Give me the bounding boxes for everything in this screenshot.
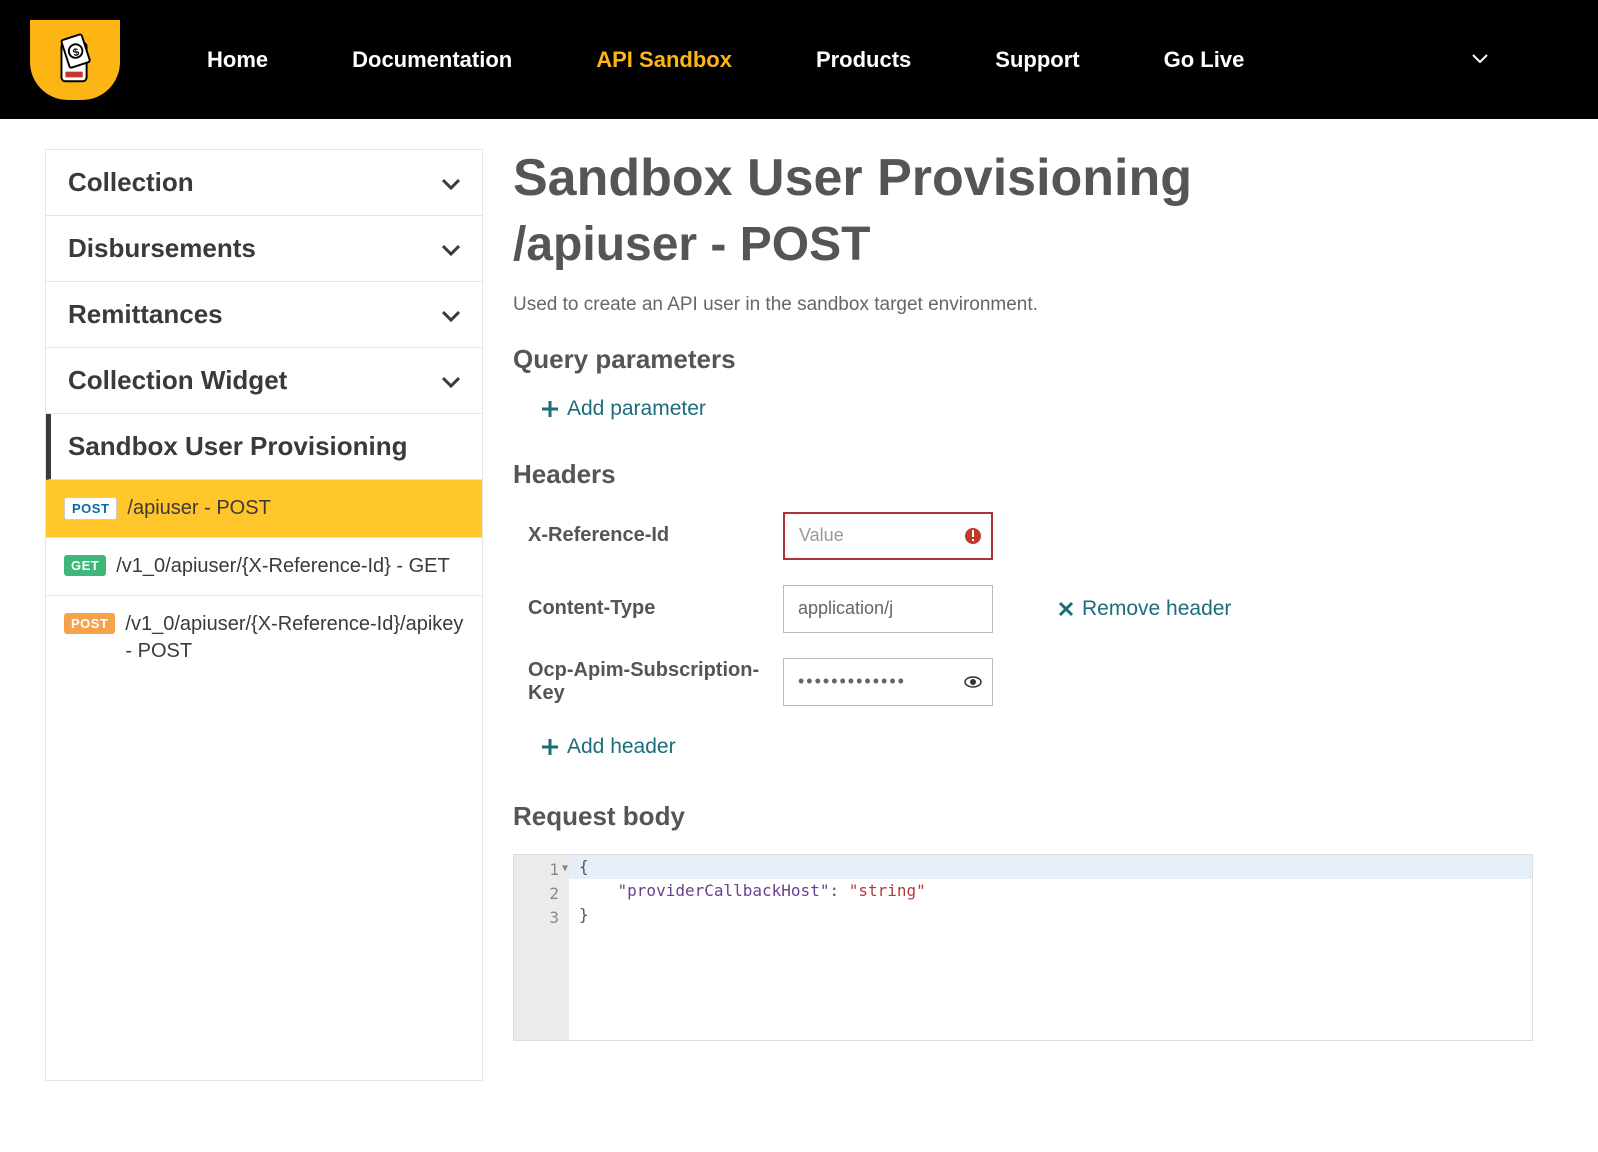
line-number: 3 (549, 908, 559, 927)
nav-home[interactable]: Home (165, 47, 310, 73)
method-badge-post: POST (64, 613, 115, 634)
x-reference-id-input[interactable] (783, 512, 993, 560)
endpoint-description: Used to create an API user in the sandbo… (513, 294, 1533, 316)
code-line: { (569, 855, 1532, 879)
endpoint-heading: /apiuser - POST (513, 217, 1533, 272)
page-title: Sandbox User Provisioning (513, 149, 1533, 209)
top-nav: $ Home Documentation API Sandbox Product… (0, 0, 1598, 119)
line-number: 2 (549, 884, 559, 903)
sidebar-group-label: Collection (68, 167, 194, 198)
method-badge-post: POST (64, 497, 117, 520)
add-parameter-button[interactable]: Add parameter (513, 397, 706, 421)
header-row-subscription-key: Ocp-Apim-Subscription-Key (513, 658, 1533, 706)
header-row-content-type: Content-Type Remove header (513, 585, 1533, 633)
remove-header-label: Remove header (1082, 597, 1231, 621)
code-gutter: 1▼ 2 3 (514, 855, 569, 1040)
header-label: X-Reference-Id (528, 524, 783, 547)
sidebar-group-collection[interactable]: Collection (46, 150, 482, 216)
sidebar-group-label: Sandbox User Provisioning (68, 431, 408, 462)
subscription-key-input[interactable] (783, 658, 993, 706)
sidebar: Collection Disbursements Remittances Col… (45, 149, 483, 1081)
nav-go-live[interactable]: Go Live (1122, 47, 1287, 73)
nav-support[interactable]: Support (953, 47, 1121, 73)
line-number: 1 (549, 860, 559, 879)
chevron-down-icon (442, 309, 460, 321)
header-row-x-reference-id: X-Reference-Id (513, 512, 1533, 560)
sidebar-group-sandbox-user-provisioning[interactable]: Sandbox User Provisioning (46, 414, 482, 480)
add-header-button[interactable]: Add header (513, 735, 676, 759)
section-query-parameters: Query parameters (513, 344, 1533, 375)
header-label: Ocp-Apim-Subscription-Key (528, 659, 783, 705)
sidebar-item-apikey-post[interactable]: POST /v1_0/apiuser/{X-Reference-Id}/apik… (46, 596, 482, 680)
main-content: Sandbox User Provisioning /apiuser - POS… (493, 149, 1553, 1081)
sidebar-group-label: Collection Widget (68, 365, 287, 396)
sidebar-group-label: Disbursements (68, 233, 256, 264)
section-headers: Headers (513, 459, 1533, 490)
code-body[interactable]: { "providerCallbackHost": "string" } (569, 855, 1532, 1040)
logo[interactable]: $ (30, 20, 120, 100)
sidebar-group-disbursements[interactable]: Disbursements (46, 216, 482, 282)
method-badge-get: GET (64, 555, 106, 576)
plus-icon (541, 400, 559, 418)
nav-dropdown[interactable] (1472, 51, 1488, 69)
content-type-input[interactable] (783, 585, 993, 633)
nav-products[interactable]: Products (774, 47, 953, 73)
code-line: } (569, 903, 1532, 927)
wallet-money-icon: $ (46, 31, 104, 89)
chevron-down-icon (442, 243, 460, 255)
sidebar-item-apiuser-get[interactable]: GET /v1_0/apiuser/{X-Reference-Id} - GET (46, 538, 482, 596)
sidebar-group-remittances[interactable]: Remittances (46, 282, 482, 348)
request-body-editor[interactable]: 1▼ 2 3 { "providerCallbackHost": "string… (513, 854, 1533, 1041)
chevron-down-icon (1472, 54, 1488, 64)
header-input-wrap (783, 512, 993, 560)
fold-icon[interactable]: ▼ (562, 861, 568, 876)
page-body: Collection Disbursements Remittances Col… (0, 119, 1598, 1081)
add-header-label: Add header (567, 735, 676, 759)
header-input-wrap (783, 585, 993, 633)
plus-icon (541, 738, 559, 756)
nav-links: Home Documentation API Sandbox Products … (165, 47, 1286, 73)
error-icon (963, 526, 983, 546)
nav-documentation[interactable]: Documentation (310, 47, 554, 73)
x-icon (1058, 601, 1074, 617)
sidebar-item-label: /v1_0/apiuser/{X-Reference-Id} - GET (116, 553, 450, 580)
header-label: Content-Type (528, 597, 783, 620)
sidebar-item-apiuser-post[interactable]: POST /apiuser - POST (46, 480, 482, 538)
sidebar-group-collection-widget[interactable]: Collection Widget (46, 348, 482, 414)
sidebar-group-label: Remittances (68, 299, 223, 330)
chevron-down-icon (442, 177, 460, 189)
section-request-body: Request body (513, 801, 1533, 832)
nav-api-sandbox[interactable]: API Sandbox (554, 47, 774, 73)
sidebar-item-label: /v1_0/apiuser/{X-Reference-Id}/apikey - … (125, 611, 464, 665)
sidebar-item-label: /apiuser - POST (127, 495, 270, 522)
add-parameter-label: Add parameter (567, 397, 706, 421)
chevron-down-icon (442, 375, 460, 387)
code-line: "providerCallbackHost": "string" (569, 879, 1532, 903)
header-input-wrap (783, 658, 993, 706)
eye-icon[interactable] (963, 672, 983, 692)
remove-header-button[interactable]: Remove header (1058, 597, 1231, 621)
